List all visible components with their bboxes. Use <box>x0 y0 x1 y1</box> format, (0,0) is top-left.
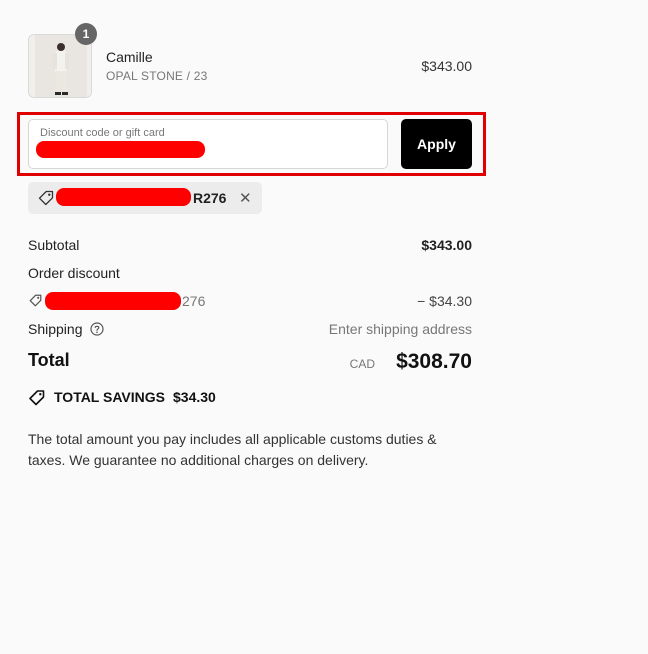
discount-code-label: Discount code or gift card <box>40 127 165 139</box>
discount-code-suffix: 276 <box>182 293 206 309</box>
close-icon[interactable]: ✕ <box>239 189 252 207</box>
redacted-input-value <box>36 141 205 158</box>
subtotal-value: $343.00 <box>421 237 472 253</box>
order-discount-row: Order discount <box>28 265 472 285</box>
quantity-badge: 1 <box>75 23 97 45</box>
product-price: $343.00 <box>421 58 472 74</box>
applied-code-text: R276 <box>193 190 227 206</box>
apply-button[interactable]: Apply <box>401 119 472 169</box>
shipping-label: Shipping <box>28 321 83 337</box>
redacted-code <box>56 188 191 206</box>
subtotal-row: Subtotal $343.00 <box>28 237 472 257</box>
product-name: Camille <box>106 49 153 65</box>
redacted-discount-code <box>45 292 181 310</box>
help-icon[interactable] <box>90 322 104 336</box>
shipping-value: Enter shipping address <box>328 321 472 337</box>
total-label: Total <box>28 350 70 370</box>
savings-label: TOTAL SAVINGS <box>54 389 165 405</box>
currency-code: CAD <box>349 357 375 371</box>
total-value: $308.70 <box>396 350 472 373</box>
product-line-item: 1 Camille OPAL STONE / 23 $343.00 <box>28 23 472 98</box>
duties-note: The total amount you pay includes all ap… <box>28 431 437 468</box>
discount-value: − $34.30 <box>417 293 472 309</box>
tag-icon <box>38 190 54 206</box>
tag-icon <box>29 294 42 307</box>
discount-code-input[interactable]: Discount code or gift card <box>28 119 388 169</box>
savings-amount: $34.30 <box>173 389 216 405</box>
shipping-row: Shipping Enter shipping address <box>28 321 472 341</box>
discount-section-highlight: Discount code or gift card Apply <box>17 112 486 176</box>
applied-discount-chip: R276 ✕ <box>28 182 262 214</box>
tags-icon <box>29 390 45 406</box>
total-row: Total CAD $308.70 <box>28 350 472 378</box>
product-variant: OPAL STONE / 23 <box>106 69 208 83</box>
subtotal-label: Subtotal <box>28 237 80 253</box>
order-discount-label: Order discount <box>28 265 120 281</box>
discount-code-row: 276 − $34.30 <box>28 292 472 313</box>
